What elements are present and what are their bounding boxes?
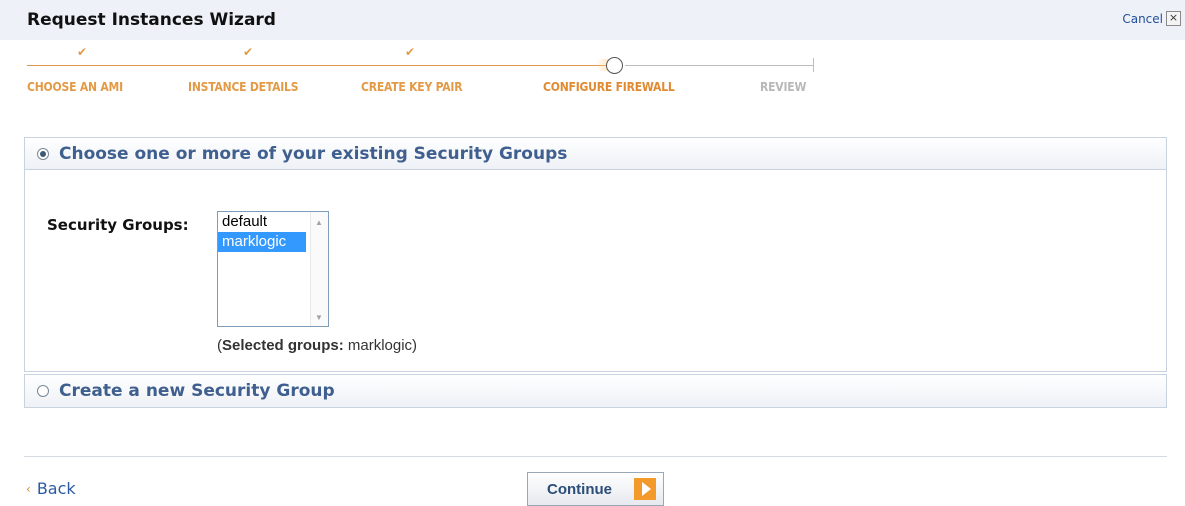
step-create-key-pair: CREATE KEY PAIR [361,80,463,94]
new-group-panel: Create a new Security Group [24,374,1167,408]
wizard-title: Request Instances Wizard [27,10,276,30]
listbox-option-marklogic[interactable]: marklogic [218,232,306,252]
chevron-left-icon: ‹ [26,482,31,496]
back-label: Back [36,479,76,498]
security-groups-listbox[interactable]: default marklogic ▲ ▼ [217,211,329,327]
listbox-scrollbar[interactable]: ▲ ▼ [310,212,328,326]
back-link[interactable]: ‹ Back [26,479,76,498]
check-icon: ✔ [77,45,88,59]
scroll-down-icon[interactable]: ▼ [315,313,323,322]
step-configure-firewall: CONFIGURE FIREWALL [543,80,675,94]
selected-note-value: marklogic) [343,337,418,354]
step-choose-ami: CHOOSE AN AMI [27,80,123,94]
security-groups-label: Security Groups: [47,216,189,234]
wizard-progress: ✔ ✔ ✔ CHOOSE AN AMI INSTANCE DETAILS CRE… [0,40,1185,110]
arrow-shape [641,482,651,496]
scroll-up-icon[interactable]: ▲ [315,218,323,227]
close-icon[interactable]: × [1166,11,1181,26]
step-instance-details: INSTANCE DETAILS [188,80,299,94]
progress-line-remaining [625,65,813,66]
cancel-button[interactable]: Cancel × [1122,11,1181,26]
selected-note-label: Selected groups: [222,337,344,354]
progress-line-completed [27,65,617,66]
wizard-header: Request Instances Wizard Cancel × [0,0,1185,40]
play-arrow-icon [634,478,656,500]
continue-label: Continue [547,480,612,498]
listbox-option-default[interactable]: default [218,212,306,232]
check-icon: ✔ [243,45,254,59]
existing-groups-heading: Choose one or more of your existing Secu… [59,143,568,164]
step-review: REVIEW [760,80,807,94]
existing-groups-radio[interactable] [37,147,49,160]
footer-divider [24,456,1167,457]
existing-groups-option[interactable]: Choose one or more of your existing Secu… [25,138,1166,170]
current-step-marker-icon [606,57,623,74]
new-group-option[interactable]: Create a new Security Group [25,375,1166,407]
cancel-label: Cancel [1122,11,1163,26]
new-group-heading: Create a new Security Group [59,381,335,401]
selected-groups-note: (Selected groups: marklogic) [217,337,417,354]
progress-end-cap [813,58,814,72]
continue-button[interactable]: Continue [527,472,664,506]
new-group-radio[interactable] [37,385,49,397]
check-icon: ✔ [405,45,416,59]
existing-groups-panel: Choose one or more of your existing Secu… [24,137,1167,372]
